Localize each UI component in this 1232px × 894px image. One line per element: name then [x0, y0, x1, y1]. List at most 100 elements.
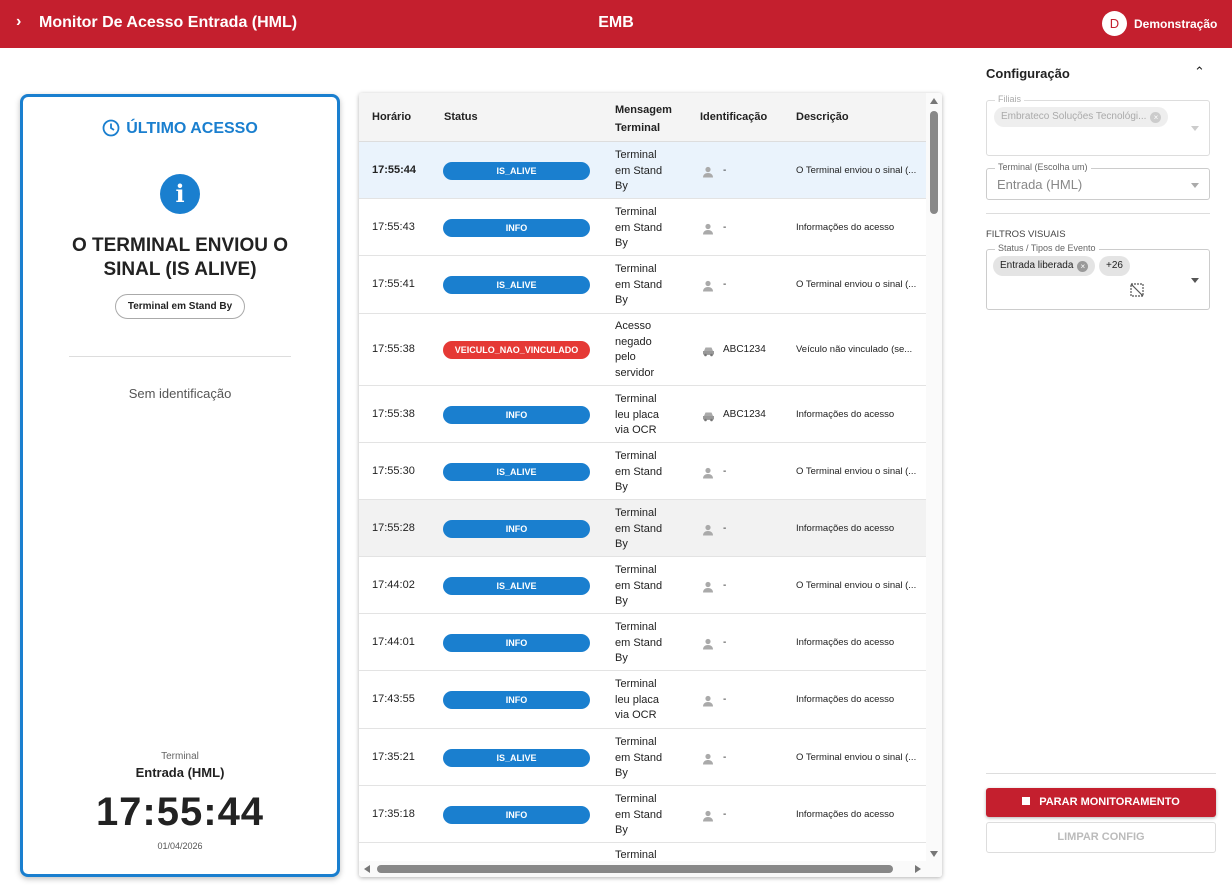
filter-off-icon[interactable]: [1129, 282, 1145, 303]
row-description: Informações do acesso: [796, 409, 895, 420]
car-icon: [702, 409, 714, 422]
row-message-line: servidor: [615, 366, 655, 379]
row-identification: ABC1234: [723, 344, 766, 355]
table-row[interactable]: 17:55:44 IS_ALIVE Terminal em Stand By - O Ter…: [359, 142, 926, 199]
row-message-line: By: [615, 595, 628, 607]
status-badge: IS_ALIVE: [443, 162, 590, 180]
terminal-select[interactable]: Terminal (Escolha um) Entrada (HML): [986, 162, 1210, 200]
row-message-line: Terminal: [615, 393, 657, 405]
table-row[interactable]: 17:55:30 IS_ALIVE Terminal em Stand By - O Ter…: [359, 443, 926, 500]
row-time: 17:55:38: [372, 343, 415, 355]
stop-monitoring-button[interactable]: PARAR MONITORAMENTO: [986, 788, 1216, 817]
config-title[interactable]: Configuração: [986, 66, 1070, 81]
row-message-line: Terminal: [615, 621, 657, 633]
row-message-line: Acesso: [615, 320, 652, 332]
horizontal-scrollbar[interactable]: [359, 861, 926, 877]
row-description: Informações do acesso: [796, 809, 895, 820]
col-header-time[interactable]: Horário: [372, 111, 411, 123]
row-message-line: em Stand: [615, 221, 663, 234]
col-header-status[interactable]: Status: [444, 111, 478, 123]
table-row[interactable]: 17:43:55 INFO Terminal leu placa via OCR - Inf…: [359, 671, 926, 729]
chevron-up-icon[interactable]: ⌃: [1194, 64, 1205, 80]
status-chip[interactable]: Entrada liberada ×: [993, 256, 1096, 276]
row-identification: -: [723, 694, 727, 705]
last-access-time: 17:55:44: [95, 790, 265, 834]
dropdown-arrow-icon[interactable]: [1191, 126, 1199, 131]
table-row[interactable]: 17:44:02 IS_ALIVE Terminal em Stand By - O Ter…: [359, 557, 926, 614]
filiais-label: Filiais: [995, 94, 1025, 104]
row-message-line: By: [615, 180, 628, 192]
avatar[interactable]: D: [1102, 11, 1127, 36]
row-time: 17:55:44: [372, 164, 417, 176]
chip-remove-icon[interactable]: ×: [1077, 261, 1089, 272]
row-time: 17:44:01: [372, 636, 415, 648]
row-message-line: By: [615, 767, 628, 779]
chip-remove-icon[interactable]: ×: [1150, 112, 1162, 123]
vertical-scrollbar[interactable]: [926, 93, 942, 877]
row-time: 17:55:28: [372, 522, 415, 534]
table-row[interactable]: 17:55:38 VEICULO_NAO_VINCULADO Acesso negad…: [359, 314, 926, 386]
row-message-line: Terminal: [615, 206, 657, 218]
person-icon: [702, 523, 714, 536]
row-identification: -: [723, 222, 727, 233]
col-header-description[interactable]: Descrição: [796, 111, 849, 123]
user-name[interactable]: Demonstração: [1134, 17, 1217, 31]
person-icon: [702, 165, 714, 178]
row-message: Terminal em Stand By: [615, 506, 662, 553]
clear-config-button[interactable]: LIMPAR CONFIG: [986, 822, 1216, 853]
row-identification: -: [723, 165, 727, 176]
table-row[interactable]: 17:44:01 INFO Terminal em Stand By - Informaçõ…: [359, 614, 926, 671]
status-badge: INFO: [443, 691, 590, 709]
table-row[interactable]: 17:55:43 INFO Terminal em Stand By - Informaçõ…: [359, 199, 926, 256]
scroll-down-icon[interactable]: [930, 851, 938, 857]
person-icon: [702, 809, 714, 822]
table-row[interactable]: 17:55:41 IS_ALIVE Terminal em Stand By - O Ter…: [359, 256, 926, 314]
row-description: O Terminal enviou o sinal (...: [796, 466, 917, 477]
row-message-line: Terminal: [615, 564, 657, 576]
scroll-up-icon[interactable]: [930, 98, 938, 104]
row-message: Terminal em Stand By: [615, 792, 662, 839]
terminal-status-chip: Terminal em Stand By: [115, 294, 245, 319]
person-icon: [702, 222, 714, 235]
row-description: O Terminal enviou o sinal (...: [796, 165, 917, 176]
row-message-line: By: [615, 481, 628, 493]
row-identification: -: [723, 752, 727, 763]
col-header-identification[interactable]: Identificação: [700, 111, 767, 123]
row-description: O Terminal enviou o sinal (...: [796, 580, 917, 591]
row-message: Terminal leu placa via OCR: [615, 392, 659, 439]
scroll-thumb-horizontal[interactable]: [377, 865, 893, 873]
status-badge: INFO: [443, 634, 590, 652]
chevron-right-icon[interactable]: ›: [16, 13, 21, 31]
row-description: Informações do acesso: [796, 637, 895, 648]
table-row[interactable]: 17:35:21 IS_ALIVE Terminal em Stand By - O Ter…: [359, 729, 926, 786]
last-access-message: O TERMINAL ENVIOU O SINAL (IS ALIVE): [71, 235, 289, 280]
last-access-date: 01/04/2026: [157, 841, 203, 851]
row-time: 17:55:30: [372, 465, 415, 477]
row-identification: -: [723, 523, 727, 534]
page-title: Monitor De Acesso Entrada (HML): [39, 14, 298, 31]
terminal-select-label: Terminal (Escolha um): [995, 162, 1091, 172]
status-badge: INFO: [443, 520, 590, 538]
dropdown-arrow-icon[interactable]: [1191, 278, 1199, 283]
status-badge: VEICULO_NAO_VINCULADO: [443, 341, 590, 359]
row-description: O Terminal enviou o sinal (...: [796, 279, 917, 290]
table-row[interactable]: 17:55:28 INFO Terminal em Stand By - Informaçõ…: [359, 500, 926, 557]
row-message-line: Terminal: [615, 678, 657, 690]
more-chips-badge[interactable]: +26: [1099, 256, 1130, 276]
col-header-message[interactable]: Mensagem Terminal: [615, 101, 685, 137]
row-message-line: pelo: [615, 351, 636, 363]
table-row[interactable]: 17:55:38 INFO Terminal leu placa via OCR ABC1…: [359, 386, 926, 443]
dropdown-arrow-icon[interactable]: [1191, 183, 1199, 188]
filiais-chip[interactable]: Embrateco Soluções Tecnológi... ×: [994, 107, 1169, 127]
status-event-select[interactable]: Status / Tipos de Evento Entrada liberad…: [986, 243, 1210, 310]
terminal-label: Terminal: [161, 751, 199, 762]
table-row[interactable]: 17:35:18 INFO Terminal em Stand By - Informaçõ…: [359, 786, 926, 843]
filiais-select[interactable]: Filiais Embrateco Soluções Tecnológi... ×: [986, 94, 1210, 156]
scroll-right-icon[interactable]: [915, 865, 921, 873]
scroll-left-icon[interactable]: [364, 865, 370, 873]
row-message: Terminal em Stand By: [615, 735, 662, 782]
scroll-thumb[interactable]: [930, 111, 938, 214]
status-badge: IS_ALIVE: [443, 577, 590, 595]
row-identification: -: [723, 809, 727, 820]
row-time: 17:35:21: [372, 751, 415, 763]
